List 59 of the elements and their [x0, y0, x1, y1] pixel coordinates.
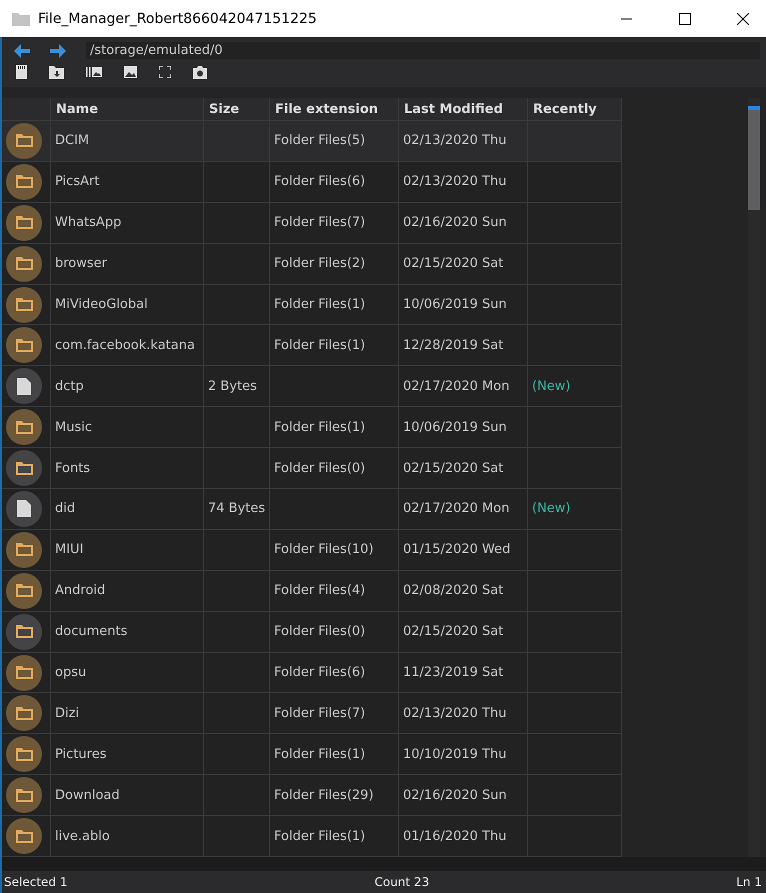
folder-icon	[6, 695, 42, 732]
path-field[interactable]: /storage/emulated/0	[86, 42, 760, 59]
table-row[interactable]: Download Folder Files(29) 02/16/2020 Sun	[2, 775, 622, 816]
column-header[interactable]: Name	[51, 98, 204, 121]
table-row[interactable]: Dizi Folder Files(7) 02/13/2020 Thu	[2, 693, 622, 734]
horizontal-scrollbar[interactable]	[2, 857, 766, 871]
table-row[interactable]: Pictures Folder Files(1) 10/10/2019 Thu	[2, 734, 622, 776]
folder-icon	[6, 532, 42, 568]
table-row[interactable]: com.facebook.katana Folder Files(1) 12/28/2019 Sat	[2, 325, 622, 366]
folder-icon	[6, 246, 42, 282]
gallery-icon[interactable]	[86, 66, 102, 78]
file-icon	[6, 490, 42, 527]
sd-card-icon[interactable]	[16, 65, 27, 79]
line-number: Ln 1	[736, 875, 762, 889]
folder-icon	[6, 572, 42, 609]
table-row[interactable]: Fonts Folder Files(0) 02/15/2020 Sat	[2, 448, 622, 490]
folder-icon	[6, 327, 42, 364]
column-header[interactable]: Recently	[528, 98, 622, 121]
table-row[interactable]: live.ablo Folder Files(1) 01/16/2020 Thu	[2, 816, 622, 857]
folder-icon	[6, 164, 42, 200]
folder-icon	[6, 409, 42, 446]
table-row[interactable]: Android Folder Files(4) 02/08/2020 Sat	[2, 570, 622, 612]
table-row[interactable]: documents Folder Files(0) 02/15/2020 Sat	[2, 612, 622, 653]
column-header[interactable]: Last Modified	[399, 98, 528, 121]
table-row[interactable]: dctp 2 Bytes 02/17/2020 Mon (New)	[2, 366, 622, 408]
table-row[interactable]: PicsArt Folder Files(6) 02/13/2020 Thu	[2, 162, 622, 203]
folder-icon	[6, 204, 42, 241]
folder-icon	[6, 450, 42, 486]
maximize-icon	[679, 12, 691, 24]
table-row[interactable]: opsu Folder Files(6) 11/23/2019 Sat	[2, 652, 622, 694]
folder-icon	[12, 12, 30, 26]
table-row[interactable]: MIUI Folder Files(10) 01/15/2020 Wed	[2, 530, 622, 571]
folder-icon	[6, 286, 42, 322]
folder-icon	[6, 818, 42, 854]
folder-download-icon[interactable]	[49, 66, 64, 78]
fullscreen-icon[interactable]	[159, 66, 171, 78]
table-row[interactable]: did 74 Bytes 02/17/2020 Mon (New)	[2, 489, 622, 530]
camera-icon[interactable]	[193, 66, 207, 78]
column-header[interactable]: File extension	[270, 98, 399, 121]
folder-icon	[6, 122, 42, 159]
table-row[interactable]: MiVideoGlobal Folder Files(1) 10/06/2019 Sun	[2, 284, 622, 326]
window-title: File_Manager_Robert866042047151225	[38, 10, 317, 26]
back-arrow-icon[interactable]	[14, 44, 30, 58]
folder-icon	[6, 736, 42, 772]
table-row[interactable]: browser Folder Files(2) 02/15/2020 Sat	[2, 244, 622, 285]
scrollbar-thumb[interactable]	[748, 106, 760, 210]
selected-count: Selected 1	[4, 875, 68, 889]
folder-icon	[6, 614, 42, 650]
table-row[interactable]: Music Folder Files(1) 10/06/2019 Sun	[2, 407, 622, 448]
file-icon	[6, 368, 42, 404]
close-icon	[737, 12, 749, 24]
column-header[interactable]: Size	[204, 98, 270, 121]
item-count: Count 23	[374, 875, 430, 889]
folder-icon	[6, 777, 42, 814]
table-row[interactable]: WhatsApp Folder Files(7) 02/16/2020 Sun	[2, 202, 622, 244]
forward-arrow-icon[interactable]	[50, 44, 66, 58]
table-row[interactable]: DCIM Folder Files(5) 02/13/2020 Thu	[2, 121, 622, 162]
folder-icon	[6, 654, 42, 691]
image-icon[interactable]	[124, 66, 137, 78]
